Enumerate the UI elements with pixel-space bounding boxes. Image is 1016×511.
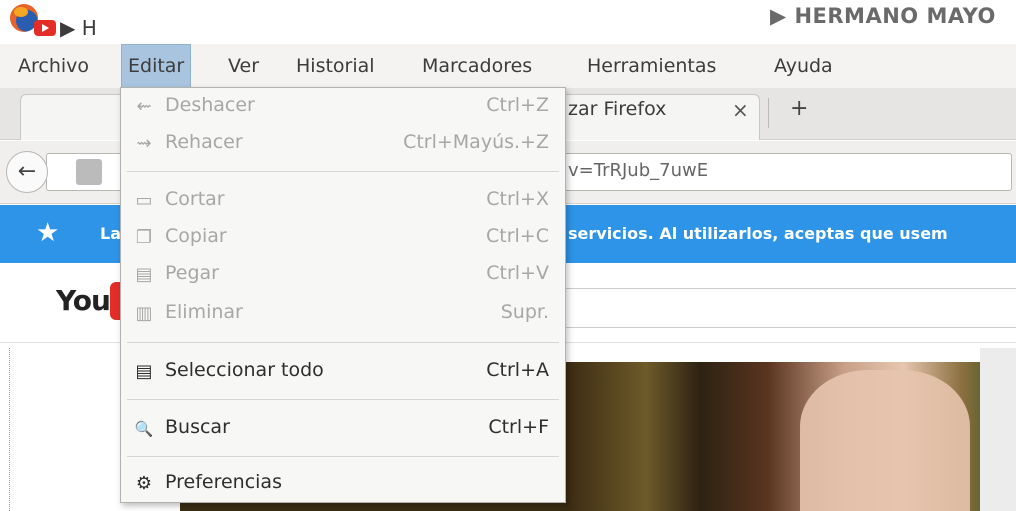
menuitem-rehacer[interactable]: ⇝ Rehacer Ctrl+Mayús.+Z bbox=[121, 128, 565, 162]
menuitem-shortcut: Ctrl+A bbox=[486, 359, 549, 381]
menuitem-pegar[interactable]: ▤ Pegar Ctrl+V bbox=[121, 259, 565, 293]
menuitem-copiar[interactable]: ❐ Copiar Ctrl+C bbox=[121, 222, 565, 256]
menuitem-label: Seleccionar todo bbox=[165, 359, 324, 381]
window-title: ▶ HERMANO MAYO bbox=[770, 4, 996, 28]
menuitem-shortcut: Ctrl+V bbox=[486, 262, 549, 284]
menuitem-eliminar[interactable]: ▥ Eliminar Supr. bbox=[121, 298, 565, 332]
tab-title: ▶ H bbox=[60, 16, 97, 40]
new-tab-button[interactable]: + bbox=[790, 96, 808, 121]
tab-title-secondary[interactable]: zar Firefox bbox=[568, 98, 666, 120]
redo-icon: ⇝ bbox=[136, 133, 152, 154]
menuitem-shortcut: Ctrl+C bbox=[486, 225, 549, 247]
delete-icon: ▥ bbox=[135, 303, 153, 324]
copy-icon: ❐ bbox=[135, 227, 153, 248]
menu-archivo[interactable]: Archivo bbox=[12, 44, 95, 88]
menuitem-cortar[interactable]: ▭ Cortar Ctrl+X bbox=[121, 185, 565, 219]
notification-text: servicios. Al utilizarlos, aceptas que u… bbox=[568, 224, 948, 243]
tab-close-icon[interactable]: × bbox=[732, 98, 749, 122]
menu-ver[interactable]: Ver bbox=[222, 44, 265, 88]
select-all-icon: ▤ bbox=[135, 361, 153, 382]
edit-menu-dropdown: ⇜ Deshacer Ctrl+Z ⇝ Rehacer Ctrl+Mayús.+… bbox=[120, 87, 566, 503]
menuitem-shortcut: Ctrl+X bbox=[486, 188, 549, 210]
cut-icon: ▭ bbox=[135, 190, 153, 211]
page-border bbox=[9, 348, 10, 511]
menuitem-label: Cortar bbox=[165, 188, 225, 210]
menu-editar[interactable]: Editar bbox=[121, 44, 192, 88]
youtube-logo[interactable]: You bbox=[56, 284, 111, 317]
menuitem-shortcut: Supr. bbox=[500, 301, 549, 323]
site-identity-icon[interactable] bbox=[76, 159, 102, 185]
menu-bar: Archivo Editar Ver Historial Marcadores … bbox=[0, 44, 1016, 88]
youtube-favicon-icon bbox=[34, 20, 56, 36]
menuitem-shortcut: Ctrl+Z bbox=[486, 94, 549, 116]
menu-marcadores[interactable]: Marcadores bbox=[416, 44, 538, 88]
menu-historial[interactable]: Historial bbox=[290, 44, 381, 88]
menuitem-label: Rehacer bbox=[165, 131, 243, 153]
menu-ayuda[interactable]: Ayuda bbox=[768, 44, 839, 88]
video-frame-detail bbox=[800, 370, 970, 511]
gear-icon: ⚙ bbox=[135, 473, 153, 494]
menuitem-label: Pegar bbox=[165, 262, 219, 284]
menu-separator bbox=[127, 171, 559, 172]
undo-icon: ⇜ bbox=[136, 96, 152, 117]
menuitem-label: Copiar bbox=[165, 225, 227, 247]
search-icon: 🔍 bbox=[134, 420, 154, 438]
menu-separator bbox=[127, 399, 559, 400]
menuitem-preferencias[interactable]: ⚙ Preferencias bbox=[121, 468, 565, 502]
tab-divider bbox=[768, 98, 769, 128]
menuitem-buscar[interactable]: 🔍 Buscar Ctrl+F bbox=[121, 413, 565, 447]
menuitem-label: Preferencias bbox=[165, 471, 282, 493]
menuitem-deshacer[interactable]: ⇜ Deshacer Ctrl+Z bbox=[121, 91, 565, 125]
menuitem-label: Eliminar bbox=[165, 301, 243, 323]
youtube-search-input[interactable] bbox=[565, 288, 1016, 328]
menuitem-seleccionar-todo[interactable]: ▤ Seleccionar todo Ctrl+A bbox=[121, 356, 565, 390]
menuitem-label: Deshacer bbox=[165, 94, 255, 116]
menu-separator bbox=[127, 456, 559, 457]
menuitem-shortcut: Ctrl+Mayús.+Z bbox=[403, 131, 549, 153]
menu-separator bbox=[127, 342, 559, 343]
url-text[interactable]: v=TrRJub_7uwE bbox=[568, 160, 708, 181]
menuitem-label: Buscar bbox=[165, 416, 230, 438]
title-bar: ▶ HERMANO MAYO bbox=[0, 0, 1016, 40]
paste-icon: ▤ bbox=[135, 264, 153, 285]
back-button[interactable]: ← bbox=[6, 151, 48, 193]
menuitem-shortcut: Ctrl+F bbox=[488, 416, 549, 438]
menu-herramientas[interactable]: Herramientas bbox=[581, 44, 722, 88]
star-icon: ★ bbox=[36, 218, 60, 248]
page-right-strip bbox=[980, 348, 1016, 511]
